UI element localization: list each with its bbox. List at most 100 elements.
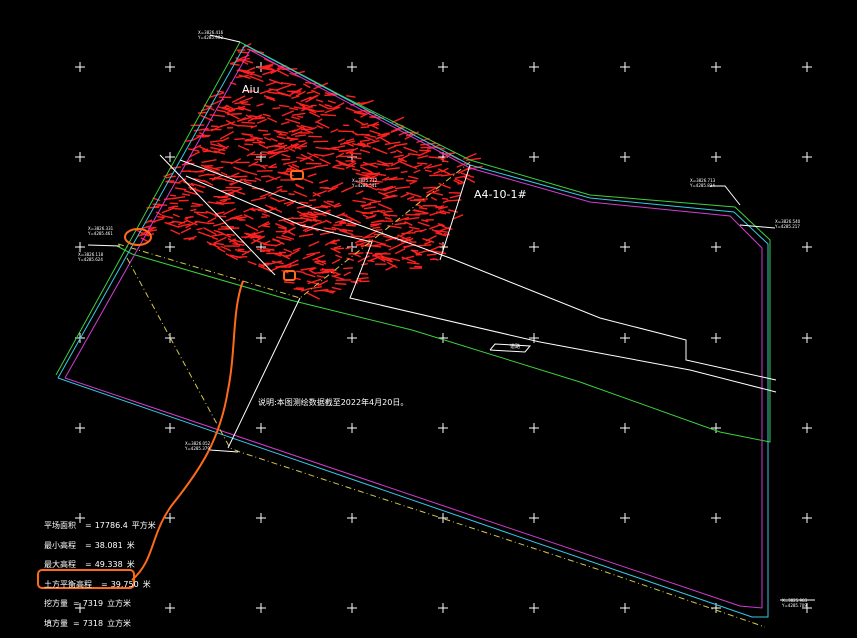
grid-cross — [620, 62, 630, 72]
elevation-point-mark — [308, 240, 320, 247]
grid-cross — [529, 423, 539, 433]
elevation-point-mark — [399, 160, 412, 167]
elevation-point-mark — [233, 166, 245, 173]
road-mark: 道路 — [510, 344, 521, 350]
elevation-point-mark — [346, 94, 356, 98]
grid-cross — [802, 513, 812, 523]
elevation-point-mark — [267, 91, 278, 95]
grid-cross — [802, 423, 812, 433]
elevation-point-mark — [223, 207, 237, 216]
elevation-point-mark — [225, 179, 235, 183]
elevation-point-mark — [416, 203, 423, 208]
elevation-point-mark — [261, 213, 270, 217]
elevation-point-mark — [234, 138, 245, 141]
elevation-point-mark — [281, 110, 295, 117]
elevation-point-mark — [324, 219, 332, 224]
coord-label-3: X=3826.540 Y=4285.217 — [775, 219, 801, 229]
elevation-point-mark — [400, 192, 410, 198]
grid-cross — [529, 603, 539, 613]
elevation-point-mark — [209, 114, 225, 117]
elevation-point-mark — [190, 208, 197, 212]
grid-cross — [620, 152, 630, 162]
elevation-point-mark — [241, 121, 256, 124]
elevation-point-mark — [288, 193, 295, 196]
elevation-point-mark — [244, 179, 257, 182]
elevation-point-mark — [261, 225, 271, 228]
elevation-point-mark — [320, 289, 336, 293]
parcel-label-right: A4-10-1# — [474, 188, 527, 201]
elevation-point-mark — [394, 186, 410, 190]
elevation-point-mark — [319, 158, 331, 165]
elevation-point-mark — [393, 154, 404, 159]
elevation-point-mark — [217, 247, 226, 253]
elevation-point-mark — [408, 175, 419, 180]
grid-cross — [620, 242, 630, 252]
coord-label-5: X=3826.118 Y=4285.624 — [78, 252, 104, 262]
elevation-point-mark — [256, 103, 264, 107]
elevation-point-mark — [400, 170, 408, 174]
elevation-point-mark — [156, 215, 165, 219]
elevation-point-mark — [360, 126, 370, 129]
elevation-point-mark — [394, 248, 406, 255]
elevation-point-mark — [334, 282, 347, 285]
coord-label-7: X=3825.983 Y=4285.709 — [782, 598, 808, 608]
elevation-point-mark — [213, 221, 227, 227]
elevation-point-mark — [382, 162, 394, 166]
stat-row-min-elevation: 最小高程 = 38.081 米 — [44, 540, 135, 550]
elevation-point-mark — [296, 270, 305, 274]
elevation-point-mark — [275, 84, 292, 92]
elevation-point-mark — [259, 192, 271, 198]
elevation-point-mark — [169, 194, 177, 197]
elevation-point-mark — [385, 167, 400, 171]
grid-cross — [165, 603, 175, 613]
elevation-point-mark — [237, 124, 254, 128]
survey-date-note: 说明:本图测绘数据截至2022年4月20日。 — [258, 398, 409, 407]
elevation-point-mark — [393, 142, 408, 147]
coord-label-2: X=3826.713 Y=4285.834 — [690, 178, 716, 188]
elevation-point-mark — [377, 203, 393, 211]
elevation-point-mark — [220, 161, 233, 164]
elevation-point-mark — [266, 117, 278, 123]
elevation-point-mark — [264, 204, 275, 211]
elevation-point-mark — [280, 82, 296, 86]
elevation-point-mark — [244, 143, 254, 146]
elevation-point-mark — [312, 254, 325, 261]
elevation-point-mark — [419, 149, 431, 152]
elevation-point-mark — [237, 216, 247, 219]
elevation-point-mark — [292, 112, 306, 117]
elevation-point-mark — [260, 151, 276, 154]
elevation-point-mark — [430, 196, 438, 201]
grid-cross — [711, 242, 721, 252]
elevation-point-mark — [345, 246, 353, 250]
elevation-point-mark — [359, 149, 371, 154]
elevation-point-mark — [194, 211, 208, 214]
elevation-point-mark — [226, 233, 235, 236]
elevation-point-mark — [258, 143, 269, 150]
elevation-point-mark — [196, 212, 209, 219]
elevation-point-mark — [222, 201, 235, 205]
elevation-point-mark — [338, 130, 354, 133]
grid-cross — [347, 333, 357, 343]
elevation-point-mark — [323, 187, 336, 190]
elevation-point-mark — [257, 209, 266, 213]
grid-cross — [529, 513, 539, 523]
grid-cross — [529, 62, 539, 72]
elevation-point-mark — [384, 141, 401, 146]
elevation-point-mark — [365, 252, 373, 255]
elevation-point-mark — [463, 152, 477, 160]
grid-cross — [438, 603, 448, 613]
elevation-point-mark — [283, 281, 295, 284]
elevation-point-mark — [306, 292, 320, 300]
elevation-point-mark — [343, 271, 352, 277]
elevation-point-mark — [216, 109, 226, 113]
elevation-point-mark — [196, 227, 203, 231]
grid-cross — [802, 62, 812, 72]
elevation-point-mark — [288, 147, 296, 153]
coord-label-4: X=3826.331 Y=4285.461 — [88, 226, 114, 236]
elevation-point-mark — [388, 244, 400, 251]
earthwork-stats-panel: 平场面积 = 17786.4 平方米 最小高程 = 38.081 米 最大高程 = 49.338… — [44, 516, 156, 633]
elevation-point-mark — [424, 240, 433, 245]
grid-cross — [802, 152, 812, 162]
elevation-point-mark — [245, 223, 259, 232]
grid-cross — [620, 423, 630, 433]
